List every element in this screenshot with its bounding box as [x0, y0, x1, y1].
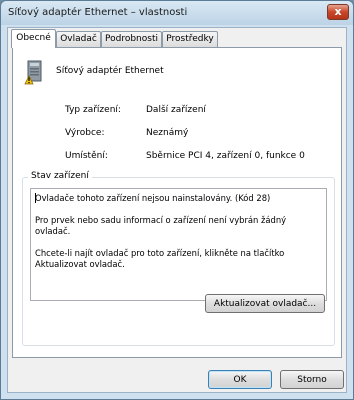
title-bar[interactable]: Síťový adaptér Ethernet – vlastnosti x [1, 1, 353, 25]
network-adapter-warning-icon [24, 60, 42, 85]
manufacturer-label: Výrobce: [65, 128, 105, 138]
status-line-code: Ovladače tohoto zařízení nejsou nainstal… [35, 193, 271, 203]
location-value: Sběrnice PCI 4, zařízení 0, funkce 0 [146, 151, 305, 161]
tab-podrobnosti[interactable]: Podrobnosti [101, 31, 162, 47]
properties-window: Síťový adaptér Ethernet – vlastnosti x O… [0, 0, 354, 400]
tab-prostredky[interactable]: Prostředky [162, 31, 218, 47]
device-name: Síťový adaptér Ethernet [56, 66, 164, 76]
device-status-group: Stav zařízení Ovladače tohoto zařízení n… [22, 171, 335, 346]
window-title: Síťový adaptér Ethernet – vlastnosti [8, 7, 188, 18]
dialog-client-area: Obecné Ovladač Podrobnosti Prostředky Sí… [7, 27, 347, 393]
status-line-instruction: Chcete-li najít ovladač pro toto zařízen… [35, 248, 285, 269]
device-status-textbox[interactable]: Ovladače tohoto zařízení nejsou nainstal… [30, 188, 327, 301]
cancel-button[interactable]: Storno [280, 370, 344, 389]
tab-ovladac[interactable]: Ovladač [56, 31, 101, 47]
ok-button[interactable]: OK [208, 370, 272, 389]
location-label: Umístění: [65, 151, 108, 161]
update-driver-button[interactable]: Aktualizovat ovladač... [205, 294, 325, 313]
close-icon: x [334, 5, 342, 18]
tab-obecne[interactable]: Obecné [11, 29, 56, 48]
manufacturer-value: Neznámý [146, 128, 189, 138]
status-line-no-driver: Pro prvek nebo sadu informací o zařízení… [35, 215, 287, 236]
close-button[interactable]: x [327, 4, 349, 20]
device-status-legend: Stav zařízení [28, 171, 92, 181]
device-type-value: Další zařízení [146, 105, 206, 115]
device-type-label: Typ zařízení: [65, 105, 121, 115]
